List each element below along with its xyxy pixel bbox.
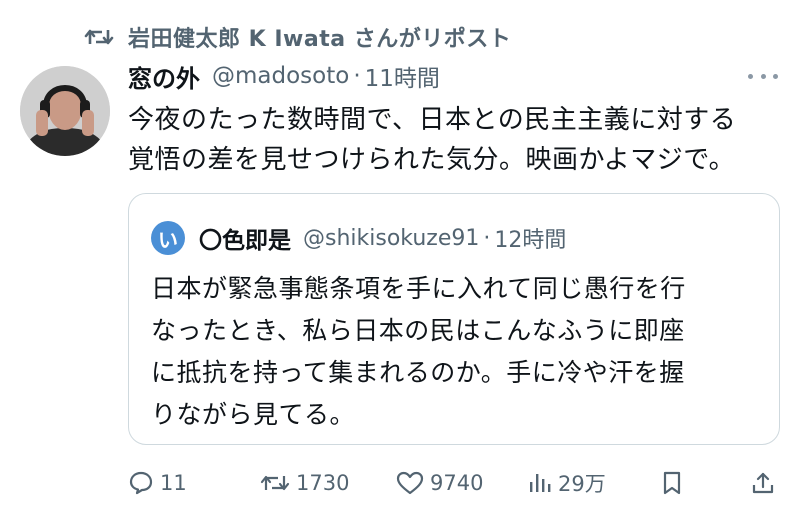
quote-separator: · (483, 225, 491, 251)
reply-icon (129, 471, 153, 495)
author-name[interactable]: 窓の外 (128, 59, 200, 94)
repost-banner[interactable]: 岩田健太郎 K Iwata さんがリポスト (84, 22, 511, 52)
tweet-text-line: 覚悟の差を見せつけられた気分。映画かよマジで。 (128, 145, 736, 175)
bookmark-icon (663, 471, 681, 495)
tweet-text-line: 今夜のたった数時間で、日本との民主主義に対する (128, 105, 737, 135)
quote-tweet[interactable]: い 〇色即是 @shikisokuze91 · 12時間 日本が緊急事態条項を手… (128, 193, 780, 445)
like-count: 9740 (430, 471, 484, 495)
quote-time: 12時間 (494, 228, 567, 253)
tweet-time[interactable]: 11時間 (365, 59, 440, 93)
quote-author-name: 〇色即是 (199, 228, 291, 254)
like-button[interactable]: 9740 (396, 463, 483, 503)
quote-text-line: りながら見てる。 (151, 400, 356, 429)
reply-button[interactable]: 11 (128, 463, 187, 503)
avatar-image (20, 66, 110, 156)
share-button[interactable] (750, 463, 776, 503)
views-count: 29万 (558, 472, 606, 496)
views-button[interactable]: 29万 (526, 463, 606, 503)
share-icon (752, 472, 774, 494)
repost-button[interactable]: 1730 (260, 463, 349, 503)
avatar[interactable] (20, 66, 110, 156)
tweet-text: 今夜のたった数時間で、日本との民主主義に対する 覚悟の差を見せつけられた気分。映… (128, 100, 788, 180)
repost-icon (260, 475, 290, 491)
repost-banner-text: 岩田健太郎 K Iwata さんがリポスト (128, 27, 512, 52)
heart-icon (396, 471, 424, 495)
quote-text-line: なったとき、私ら日本の民はこんなふうに即座 (151, 316, 685, 345)
repost-count: 1730 (296, 471, 350, 495)
reply-count: 11 (160, 471, 187, 495)
quote-avatar[interactable]: い (151, 221, 185, 255)
quote-text-line: に抵抗を持って集まれるのか。手に冷や汗を握 (151, 358, 685, 387)
quote-author-handle: @shikisokuze91 (303, 225, 480, 251)
separator: · (353, 63, 361, 89)
bookmark-button[interactable] (660, 463, 684, 503)
action-bar: 11 1730 9740 29万 (128, 463, 780, 503)
more-options-icon[interactable] (748, 68, 778, 84)
quote-text-line: 日本が緊急事態条項を手に入れて同じ愚行を行 (151, 274, 686, 303)
author-handle[interactable]: @madosoto (212, 63, 349, 89)
views-chart-icon (530, 474, 551, 492)
quote-header: い 〇色即是 @shikisokuze91 · 12時間 (151, 220, 566, 256)
tweet-header: 窓の外 @madosoto · 11時間 (128, 58, 780, 94)
quote-text: 日本が緊急事態条項を手に入れて同じ愚行を行 なったとき、私ら日本の民はこんなふう… (151, 268, 771, 436)
repost-icon (84, 29, 114, 45)
